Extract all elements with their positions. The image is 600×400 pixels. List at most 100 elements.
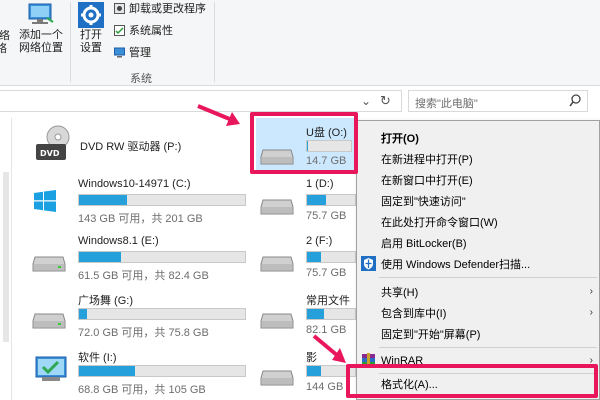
- drive-usage-bar: [306, 251, 356, 263]
- search-box[interactable]: 搜索"此电脑": [408, 90, 588, 112]
- network-label: 网络: [0, 30, 10, 42]
- add-network-location-line-1: 添加一个: [19, 29, 63, 41]
- drive-c[interactable]: Windows10-14971 (C:) 143 GB 可用，共 201 GB: [30, 176, 250, 225]
- menu-separator: [379, 277, 597, 278]
- pointer-arrow-icon: [312, 334, 346, 363]
- drive-i[interactable]: 软件 (I:) 68.8 GB 可用，共 105 GB: [30, 347, 250, 396]
- drive-usage-fill: [79, 195, 128, 205]
- drive-name: 广场舞 (G:): [78, 295, 133, 307]
- menu-item-include-in-library[interactable]: 包含到库中(I) ›: [357, 302, 600, 323]
- drive-name: Windows10-14971 (C:): [78, 178, 191, 190]
- open-settings-button[interactable]: 打开 设置: [74, 0, 108, 55]
- search-icon[interactable]: [569, 94, 581, 107]
- drive-size-text: 143 GB 可用，共 201 GB: [78, 213, 203, 225]
- gear-icon: [78, 2, 104, 28]
- drive-usage-bar: [306, 308, 356, 320]
- pointer-arrow-icon: [197, 104, 240, 126]
- check-list-icon: [114, 24, 125, 36]
- network-button[interactable]: 网络 络: [0, 30, 12, 56]
- ribbon-divider: [70, 2, 71, 82]
- highlight-usb-drive: [250, 112, 358, 174]
- dvd-drive-icon: DVD: [36, 125, 70, 160]
- drive-name: 2 (F:): [306, 235, 333, 247]
- submenu-arrow-icon: ›: [589, 307, 593, 318]
- menu-item-label: 共享(H): [381, 286, 419, 299]
- context-menu: 打开(O) 在新进程中打开(P) 在新窗口中打开(E) 固定到"快速访问" 在此…: [356, 120, 600, 400]
- network-location-icon: [28, 3, 54, 24]
- drive-name: 1 (D:): [306, 178, 334, 190]
- menu-item-bitlocker[interactable]: 启用 BitLocker(B): [357, 232, 600, 253]
- refresh-icon[interactable]: ↻: [380, 93, 391, 109]
- drive-g[interactable]: 广场舞 (G:) 72.0 GB 可用，共 75.8 GB: [30, 290, 250, 339]
- drive-usage-bar: [78, 308, 246, 320]
- hard-drive-icon: [260, 370, 294, 386]
- menu-item-label: 包含到库中(I): [381, 307, 447, 320]
- menu-item-open[interactable]: 打开(O): [357, 127, 600, 148]
- network-label-2: 络: [0, 43, 7, 55]
- open-settings-line-2: 设置: [80, 42, 102, 54]
- menu-item-label: 打开(O): [381, 132, 419, 145]
- menu-item-pin-quick-access[interactable]: 固定到"快速访问": [357, 190, 600, 211]
- drive-usage-bar: [78, 194, 246, 206]
- address-bar-row: ⌄ ↻ 搜索"此电脑": [0, 90, 600, 114]
- system-properties-button[interactable]: 系统属性: [114, 22, 173, 38]
- drive-size-text: 75.7 GB: [306, 267, 347, 279]
- drive-name: 常用文件: [306, 295, 350, 307]
- ribbon-divider: [214, 2, 215, 82]
- drive-name: Windows8.1 (E:): [78, 235, 159, 247]
- open-settings-line-1: 打开: [80, 29, 102, 41]
- highlight-format-item: [346, 364, 598, 398]
- manage-button[interactable]: 管理: [114, 44, 151, 60]
- menu-item-open-command-window[interactable]: 在此处打开命令窗口(W): [357, 211, 600, 232]
- drive-usage-bar: [78, 251, 246, 263]
- menu-item-label: 使用 Windows Defender扫描...: [381, 258, 531, 271]
- menu-item-open-new-window[interactable]: 在新窗口中打开(E): [357, 169, 600, 190]
- chevron-down-icon[interactable]: ⌄: [361, 94, 371, 108]
- drive-name: 软件 (I:): [78, 352, 117, 364]
- uninstall-program-button[interactable]: 卸载或更改程序: [114, 0, 206, 16]
- menu-item-open-new-process[interactable]: 在新进程中打开(P): [357, 148, 600, 169]
- menu-item-label: 在新进程中打开(P): [381, 153, 473, 166]
- menu-item-label: 固定到"快速访问": [381, 195, 466, 208]
- drive-usage-fill: [307, 195, 327, 205]
- drive-e[interactable]: Windows8.1 (E:) 61.5 GB 可用，共 82.4 GB: [30, 233, 250, 282]
- drive-usage-bar: [306, 194, 356, 206]
- drive-usage-fill: [307, 366, 322, 376]
- drive-size-text: 75.7 GB: [306, 210, 347, 222]
- windows-logo-icon: [34, 190, 56, 212]
- hard-drive-icon: [260, 313, 294, 329]
- navigation-scrollbar[interactable]: [0, 118, 12, 400]
- drive-common-files[interactable]: 常用文件 82.1 GB: [258, 290, 356, 338]
- drive-usage-fill: [307, 309, 324, 319]
- drive-f[interactable]: 2 (F:) 75.7 GB: [258, 233, 356, 281]
- menu-item-pin-start[interactable]: 固定到"开始"屏幕(P): [357, 323, 600, 344]
- scrollbar-thumb[interactable]: [3, 172, 9, 342]
- hard-drive-icon: [32, 313, 66, 329]
- drive-usage-fill: [307, 252, 322, 262]
- drive-d[interactable]: 1 (D:) 75.7 GB: [258, 176, 356, 224]
- drive-usage-fill: [79, 309, 88, 319]
- add-network-location-line-2: 网络位置: [19, 42, 63, 54]
- menu-item-defender-scan[interactable]: 使用 Windows Defender扫描...: [357, 253, 600, 274]
- menu-item-share[interactable]: 共享(H) ›: [357, 281, 600, 302]
- menu-item-label: 在此处打开命令窗口(W): [381, 216, 498, 229]
- menu-item-label: 固定到"开始"屏幕(P): [381, 328, 481, 341]
- svg-text:DVD: DVD: [40, 149, 60, 158]
- drive-size-text: 68.8 GB 可用，共 105 GB: [78, 384, 206, 396]
- defender-shield-icon: [361, 256, 376, 271]
- drive-usage-fill: [79, 252, 121, 262]
- hard-drive-icon: [32, 256, 66, 272]
- search-placeholder: 搜索"此电脑": [415, 98, 478, 110]
- computer-manage-icon: [114, 47, 125, 57]
- menu-item-label: 在新窗口中打开(E): [381, 174, 473, 187]
- submenu-arrow-icon: ›: [589, 286, 593, 297]
- group-label-system: 系统: [130, 73, 152, 85]
- hard-drive-icon: [260, 256, 294, 272]
- drive-usage-fill: [79, 366, 136, 376]
- uninstall-program-label: 卸载或更改程序: [129, 3, 206, 15]
- drive-dvd[interactable]: DVD DVD RW 驱动器 (P:): [30, 124, 230, 168]
- menu-separator: [379, 347, 597, 348]
- software-drive-icon: [35, 356, 67, 381]
- drive-name: DVD RW 驱动器 (P:): [80, 141, 182, 153]
- add-network-location-button[interactable]: 添加一个 网络位置: [16, 0, 66, 55]
